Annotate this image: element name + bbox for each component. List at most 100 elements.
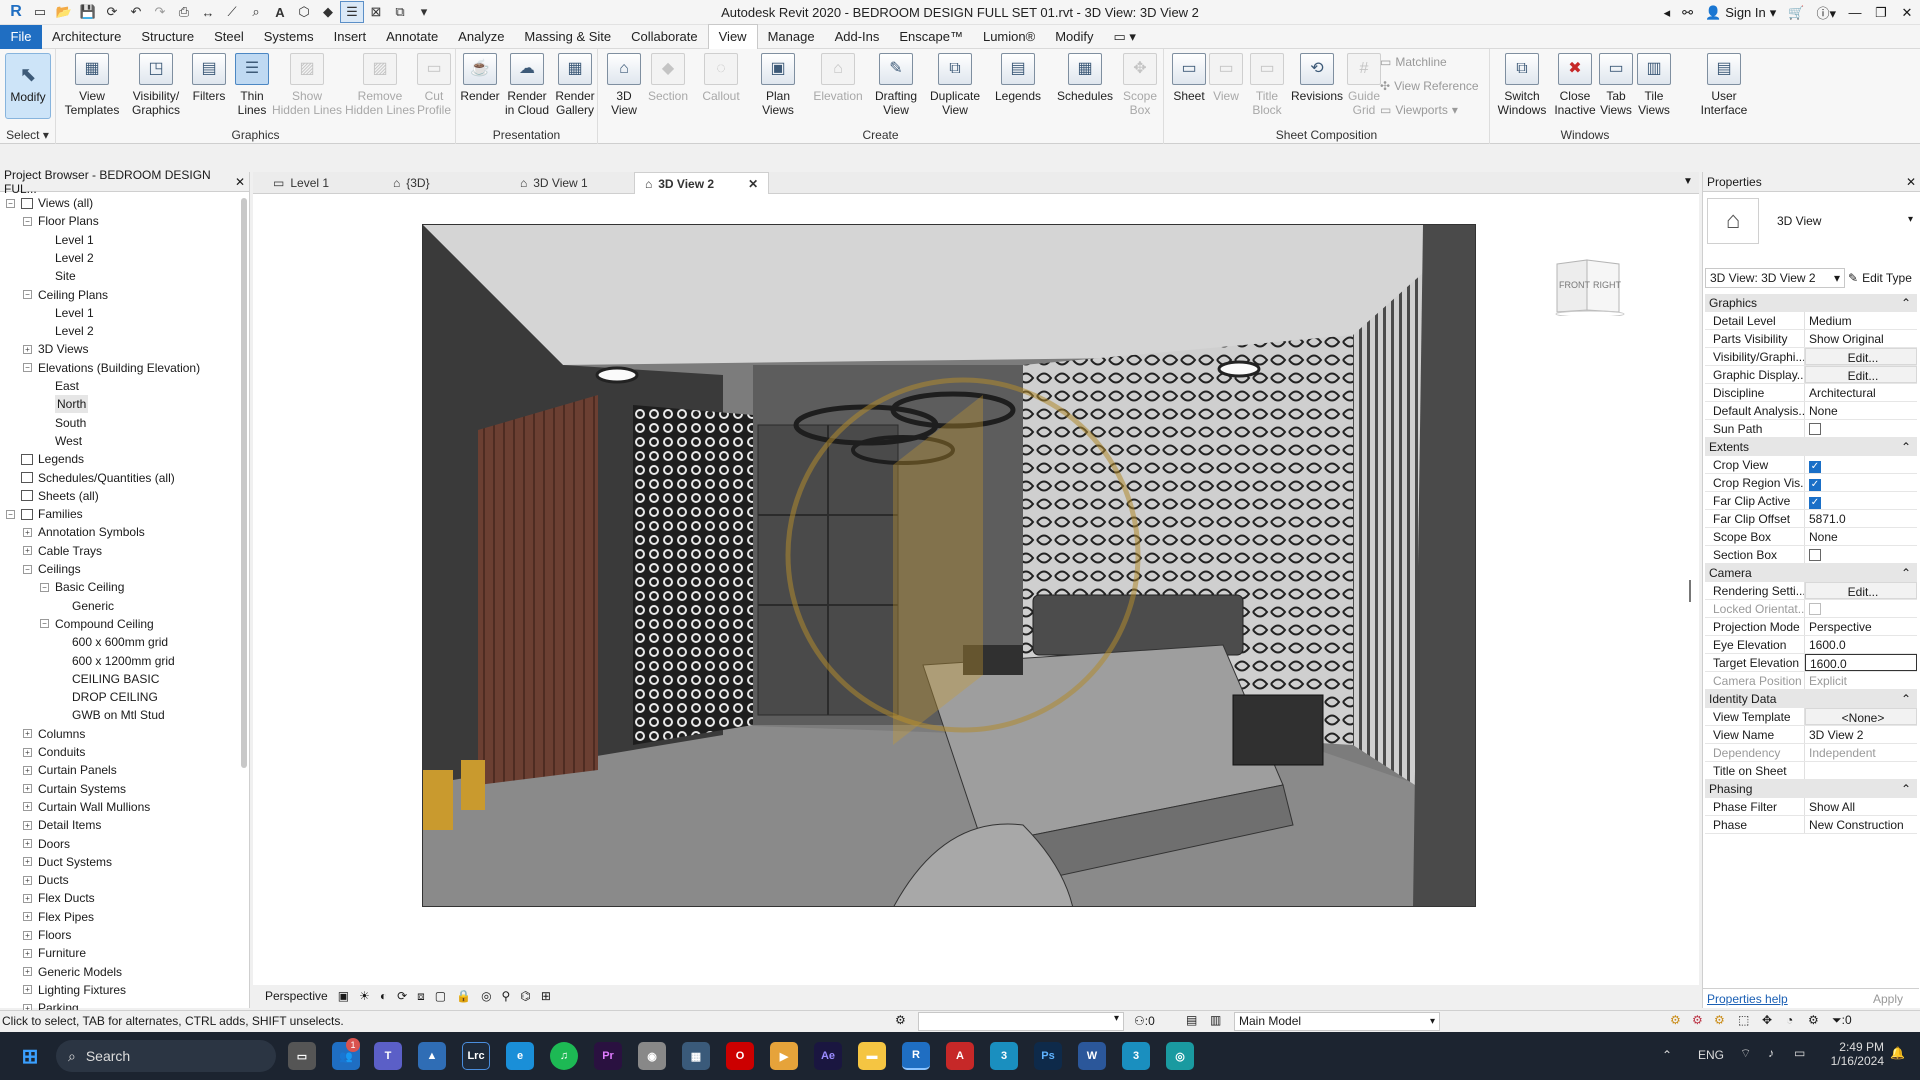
tab-modify[interactable]: Modify [1045,25,1103,49]
tab-architecture[interactable]: Architecture [42,25,131,49]
browser-item[interactable]: Site [40,267,76,285]
canvas-scroll-indicator[interactable] [1689,580,1691,602]
thin-lines-icon[interactable]: ☰ [340,1,364,23]
collapse-section-icon[interactable]: ⌃ [1901,564,1911,582]
sign-in-button[interactable]: 👤 Sign In ▾ [1699,5,1782,21]
property-value[interactable]: None [1805,402,1917,419]
edge-icon[interactable]: e [506,1042,534,1070]
battery-icon[interactable]: ▭ [1794,1046,1805,1060]
select-by-face-icon[interactable]: ⬚ [1738,1013,1749,1027]
edit-type-button[interactable]: ✎ Edit Type [1848,268,1918,288]
browser-item[interactable]: Level 1 [40,304,94,322]
checkbox[interactable]: ✓ [1809,497,1821,509]
wifi-icon[interactable]: ⌔ [1740,1046,1751,1061]
redo-icon[interactable]: ↷ [148,1,172,23]
collapse-icon[interactable]: − [23,290,32,299]
tray-expand-icon[interactable]: ⌃ [1662,1048,1672,1062]
property-section[interactable]: Extents ⌃ [1705,438,1917,456]
property-edit-button[interactable]: <None> [1805,708,1917,725]
browser-item[interactable]: Level 2 [40,249,94,267]
tab-view[interactable]: View [707,24,758,49]
property-checkbox[interactable] [1805,546,1917,563]
viewcube-right-label[interactable]: RIGHT [1593,280,1621,290]
taskbar-search[interactable]: ⌕ Search [56,1040,276,1072]
tab-views-button[interactable]: ▭ Tab Views [1596,53,1636,117]
text-icon[interactable]: A [268,1,292,23]
property-checkbox[interactable]: ✓ [1805,492,1917,509]
browser-item[interactable]: North [40,395,89,414]
cut-profile-button[interactable]: ▭ Cut Profile [412,53,456,117]
editable-only-icon[interactable]: ▥ [1210,1013,1221,1027]
view-tab[interactable]: ⌂ 3D View 2 ✕ [634,172,770,194]
clock[interactable]: 2:49 PM 1/16/2024 [1822,1040,1884,1068]
shadows-icon[interactable]: ◐ [380,989,387,1003]
tab-manage[interactable]: Manage [758,25,825,49]
browser-item[interactable]: − Ceiling Plans [23,286,108,304]
restore-icon[interactable]: ❐ [1868,1,1894,25]
property-value[interactable]: 1600.0 [1805,654,1917,671]
browser-item[interactable]: + Curtain Systems [23,780,126,798]
tab-analyze[interactable]: Analyze [448,25,514,49]
tab-annotate[interactable]: Annotate [376,25,448,49]
tabs-menu-icon[interactable]: ▼ [1683,176,1693,187]
expand-icon[interactable]: + [23,729,32,739]
expand-icon[interactable]: + [23,747,32,757]
expand-icon[interactable]: + [23,839,32,848]
expand-icon[interactable]: + [23,765,32,775]
property-edit-button[interactable]: Edit... [1805,366,1917,383]
expand-icon[interactable]: + [23,912,32,922]
cart-icon[interactable]: 🛒 [1782,5,1810,21]
browser-item[interactable]: + Ducts [23,871,69,889]
guide-grid-button[interactable]: # Guide Grid [1344,53,1384,117]
expand-icon[interactable]: + [23,546,32,556]
render-in-cloud-button[interactable]: ☁ Render in Cloud [502,53,552,117]
collapse-icon[interactable]: − [40,582,49,592]
remove-hidden-lines-button[interactable]: ▨ Remove Hidden Lines [338,53,422,117]
browser-item[interactable]: 600 x 600mm grid [57,633,168,651]
3d-bedroom-view[interactable] [422,224,1476,907]
view-reference-button[interactable]: ✣ View Reference [1380,79,1479,93]
close-icon[interactable]: ✕ [235,175,245,189]
expand-icon[interactable]: + [23,820,32,830]
browser-item[interactable]: − Floor Plans [23,212,99,230]
browser-item[interactable]: + Annotation Symbols [23,523,145,541]
browser-item[interactable]: + Flex Pipes [23,908,94,926]
3d-view-button[interactable]: ⌂ 3D View [606,53,642,117]
property-value[interactable] [1805,762,1917,779]
revit-app-icon[interactable]: R [4,1,28,23]
properties-help-link[interactable]: Properties help [1707,992,1788,1006]
property-value[interactable]: 3D View 2 [1805,726,1917,743]
browser-item[interactable]: GWB on Mtl Stud [57,706,165,724]
collapse-section-icon[interactable]: ⌃ [1901,294,1911,312]
property-section[interactable]: Graphics ⌃ [1705,294,1917,312]
photoshop-icon[interactable]: Ps [1034,1042,1062,1070]
expand-icon[interactable]: + [23,784,32,794]
revisions-button[interactable]: ⟲ Revisions [1288,53,1346,103]
browser-item[interactable]: + Doors [23,835,70,853]
property-section[interactable]: Phasing ⌃ [1705,780,1917,798]
default-3d-view-icon[interactable]: ⬡ [292,1,316,23]
property-value[interactable]: None [1805,528,1917,545]
measure-icon[interactable]: ↔ [196,1,220,23]
duplicate-view-button[interactable]: ⧉ Duplicate View [924,53,986,117]
expand-icon[interactable]: + [23,527,32,537]
rendering-icon[interactable]: ⟳ [397,989,407,1003]
windows-start-icon[interactable]: ⊞ [16,1042,44,1070]
browser-item[interactable]: 600 x 1200mm grid [57,652,175,670]
browser-item[interactable]: + Flex Ducts [23,889,95,907]
view-cube[interactable]: FRONT RIGHT [1553,256,1627,318]
view-templates-button[interactable]: ▦ View Templates [62,53,122,117]
language-indicator[interactable]: ENG [1698,1048,1724,1062]
browser-item[interactable]: − Views (all) [6,194,93,212]
expand-icon[interactable]: + [23,802,32,812]
property-checkbox[interactable]: ✓ [1805,474,1917,491]
show-hidden-lines-button[interactable]: ▨ Show Hidden Lines [268,53,346,117]
filter-count[interactable]: ⏷:0 [1832,1013,1852,1028]
workset-dropdown[interactable]: ▾ [918,1012,1124,1031]
collapse-section-icon[interactable]: ⌃ [1901,438,1911,456]
app-icon[interactable]: ◉ [638,1042,666,1070]
type-dropdown-icon[interactable]: ▾ [1908,214,1913,225]
property-value[interactable]: Show Original [1805,330,1917,347]
collapse-icon[interactable]: − [23,564,32,574]
tab-enscape[interactable]: Enscape™ [889,25,973,49]
